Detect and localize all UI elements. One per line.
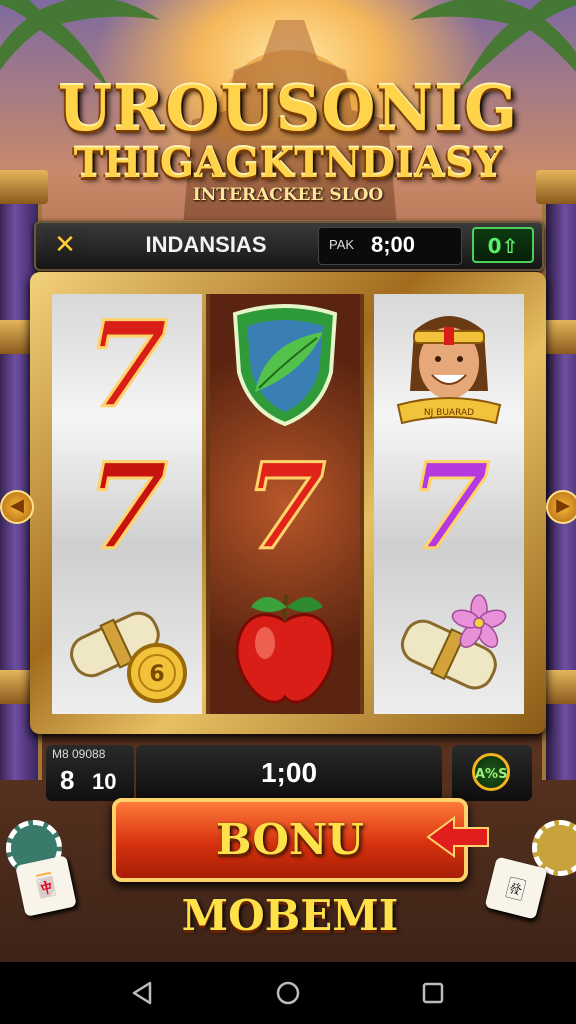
next-arrow-button[interactable]: ▶	[546, 490, 576, 524]
reel-1: 7 7 6	[52, 294, 202, 714]
back-triangle-icon[interactable]	[128, 978, 158, 1008]
bonus-button[interactable]: BONU MOBEMI	[112, 798, 468, 940]
apple-icon	[235, 594, 335, 704]
hero-portrait-icon: NJ BUARAD	[396, 316, 502, 425]
lines-value-2: 10	[92, 769, 117, 794]
game-subtitle: INTERACKEE SLOO	[192, 185, 384, 205]
symbol-seven-red: 7	[52, 442, 202, 572]
close-button[interactable]: ✕	[42, 228, 88, 262]
auto-spin-button[interactable]: A%S	[452, 745, 532, 801]
win-label: 0	[487, 234, 502, 258]
right-pillar	[536, 170, 576, 780]
lines-label: M8 09088	[52, 747, 106, 761]
scroll-flower-icon	[400, 594, 507, 690]
recents-square-icon[interactable]	[418, 978, 448, 1008]
seven-red-icon: 7	[84, 295, 169, 434]
home-circle-icon[interactable]	[273, 978, 303, 1008]
symbol-seven-red: 7	[210, 442, 360, 572]
symbol-seven-purple: 7	[374, 442, 524, 572]
bottom-bar: M8 09088 8 10 1;00 A%S	[46, 745, 532, 801]
symbol-shield-leaf	[210, 300, 360, 430]
prev-arrow-button[interactable]: ◀	[0, 490, 34, 524]
coin-text: 6	[149, 662, 164, 687]
game-title-line1: UROUSONIG	[57, 72, 519, 145]
win-indicator[interactable]: 0⇧	[472, 227, 534, 263]
info-bar: ✕ INDANSIAS PAK 8;00 0⇧	[34, 221, 544, 271]
chevron-left-icon: ◀	[10, 495, 24, 516]
auto-label: A%S	[472, 753, 510, 791]
reel-2: 7	[206, 294, 364, 714]
seven-red-icon: 7	[242, 437, 327, 576]
symbol-apple	[210, 584, 360, 714]
pillar-cap	[536, 170, 576, 204]
portrait-ribbon-text: NJ BUARAD	[424, 408, 474, 418]
game-scene: UROUSONIG THIGAGKTNDIASY INTERACKEE SLOO…	[0, 0, 576, 962]
scroll-coin-icon: 6	[70, 611, 187, 703]
seven-purple-icon: 7	[406, 437, 491, 576]
credit-value: 8;00	[371, 232, 416, 257]
lines-display[interactable]: M8 09088 8 10	[46, 745, 134, 801]
system-nav-bar	[0, 962, 576, 1024]
lines-value-1: 8	[60, 765, 75, 795]
up-arrow-icon: ⇧	[501, 234, 519, 258]
symbol-hero-portrait: NJ BUARAD	[374, 300, 524, 430]
mahjong-tile-icon: 🀅	[484, 856, 548, 920]
shield-leaf-icon	[232, 304, 338, 427]
arrow-left-icon	[426, 816, 489, 858]
credit-label: PAK	[329, 237, 355, 252]
symbol-scroll-flower	[374, 584, 524, 714]
pillar-cap	[0, 170, 48, 204]
reel-frame: 7 7 6 7 NJ BUARAD 7	[30, 272, 546, 734]
panel-name: INDANSIAS	[145, 232, 267, 257]
symbol-seven-red: 7	[52, 300, 202, 430]
chevron-right-icon: ▶	[556, 495, 570, 516]
symbol-scroll-coin: 6	[52, 584, 202, 714]
reel-3: NJ BUARAD 7	[374, 294, 524, 714]
bet-display[interactable]: 1;00	[136, 745, 442, 801]
game-title-line2: THIGAGKTNDIASY	[73, 140, 503, 187]
seven-red-icon: 7	[84, 437, 169, 576]
credit-display: PAK 8;00	[318, 227, 462, 265]
mahjong-tile-icon: 🀄	[15, 855, 77, 917]
